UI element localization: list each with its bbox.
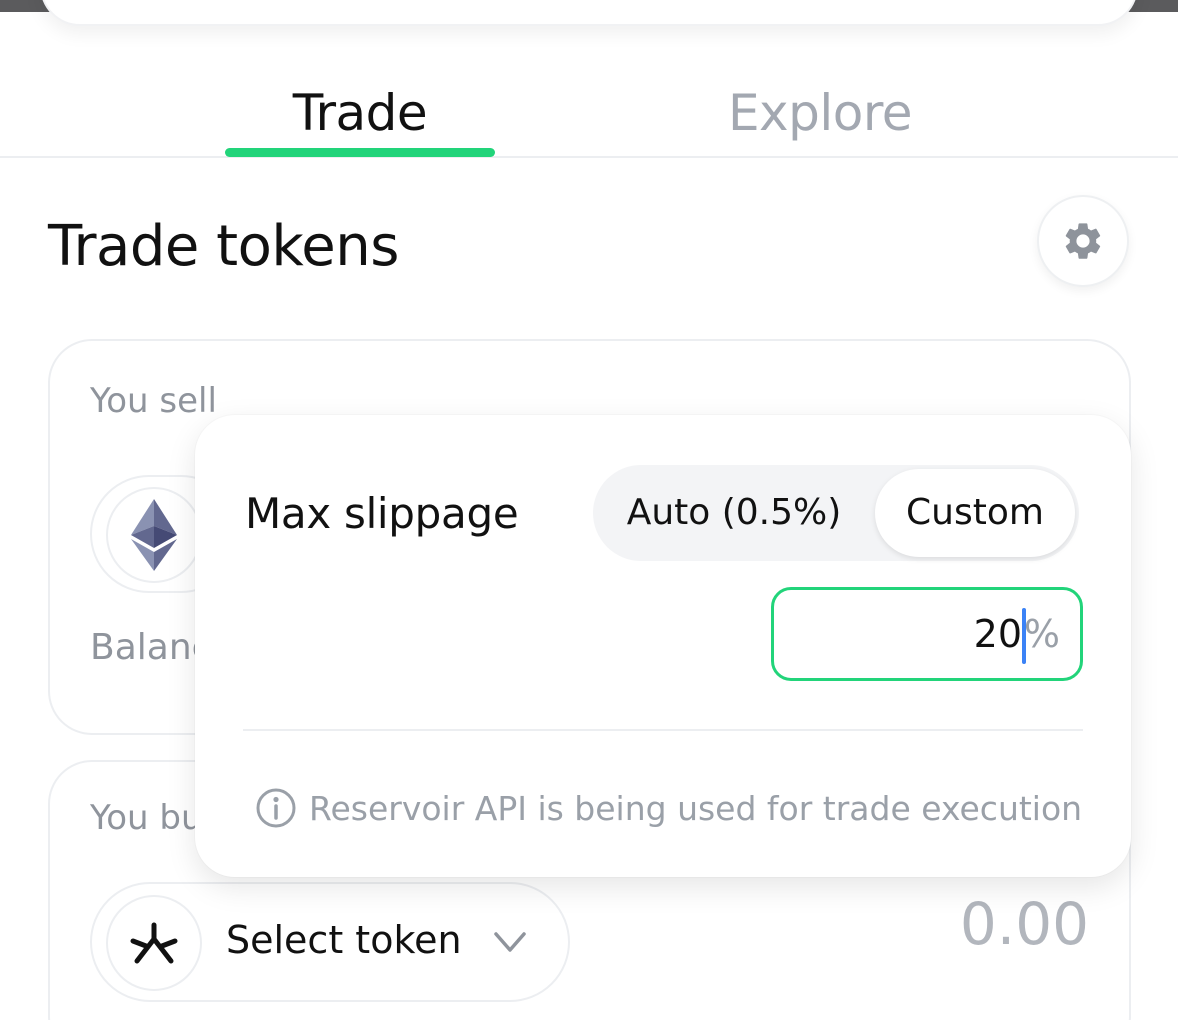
select-token-button[interactable]: Select token [90, 882, 570, 1002]
percent-unit: % [1023, 612, 1060, 656]
slippage-custom-option[interactable]: Custom [875, 469, 1075, 557]
slippage-mode-toggle: Auto (0.5%) Custom [593, 465, 1079, 561]
select-token-label: Select token [226, 918, 462, 962]
ethereum-icon [131, 499, 177, 571]
active-tab-indicator [225, 148, 495, 157]
info-text: Reservoir API is being used for trade ex… [309, 788, 1083, 828]
buy-amount: 0.00 [959, 890, 1089, 958]
sell-label: You sell [90, 381, 217, 421]
tab-trade[interactable]: Trade [225, 80, 495, 146]
tab-explore[interactable]: Explore [690, 80, 950, 146]
info-row: Reservoir API is being used for trade ex… [255, 787, 1082, 829]
chevron-down-icon [494, 932, 526, 952]
gear-icon [1065, 223, 1101, 259]
reservoir-icon [130, 922, 178, 964]
divider [243, 729, 1083, 731]
token-avatar [106, 895, 202, 991]
tab-bar: Trade Explore [0, 60, 1178, 158]
info-icon [256, 788, 296, 828]
token-avatar [106, 487, 202, 583]
slippage-value: 20 [973, 612, 1022, 656]
slippage-input[interactable]: 20 % [771, 587, 1083, 681]
slippage-title: Max slippage [245, 489, 519, 538]
top-card [40, 0, 1138, 26]
slippage-popover: Max slippage Auto (0.5%) Custom 20 % Res… [195, 415, 1131, 877]
settings-button[interactable] [1037, 195, 1129, 287]
buy-label: You bu [90, 798, 203, 838]
balance-label: Balanc [90, 627, 212, 668]
page-title: Trade tokens [48, 214, 399, 279]
slippage-auto-option[interactable]: Auto (0.5%) [593, 465, 875, 561]
trade-page: Trade Explore Trade tokens You sell Bala… [0, 0, 1178, 1020]
